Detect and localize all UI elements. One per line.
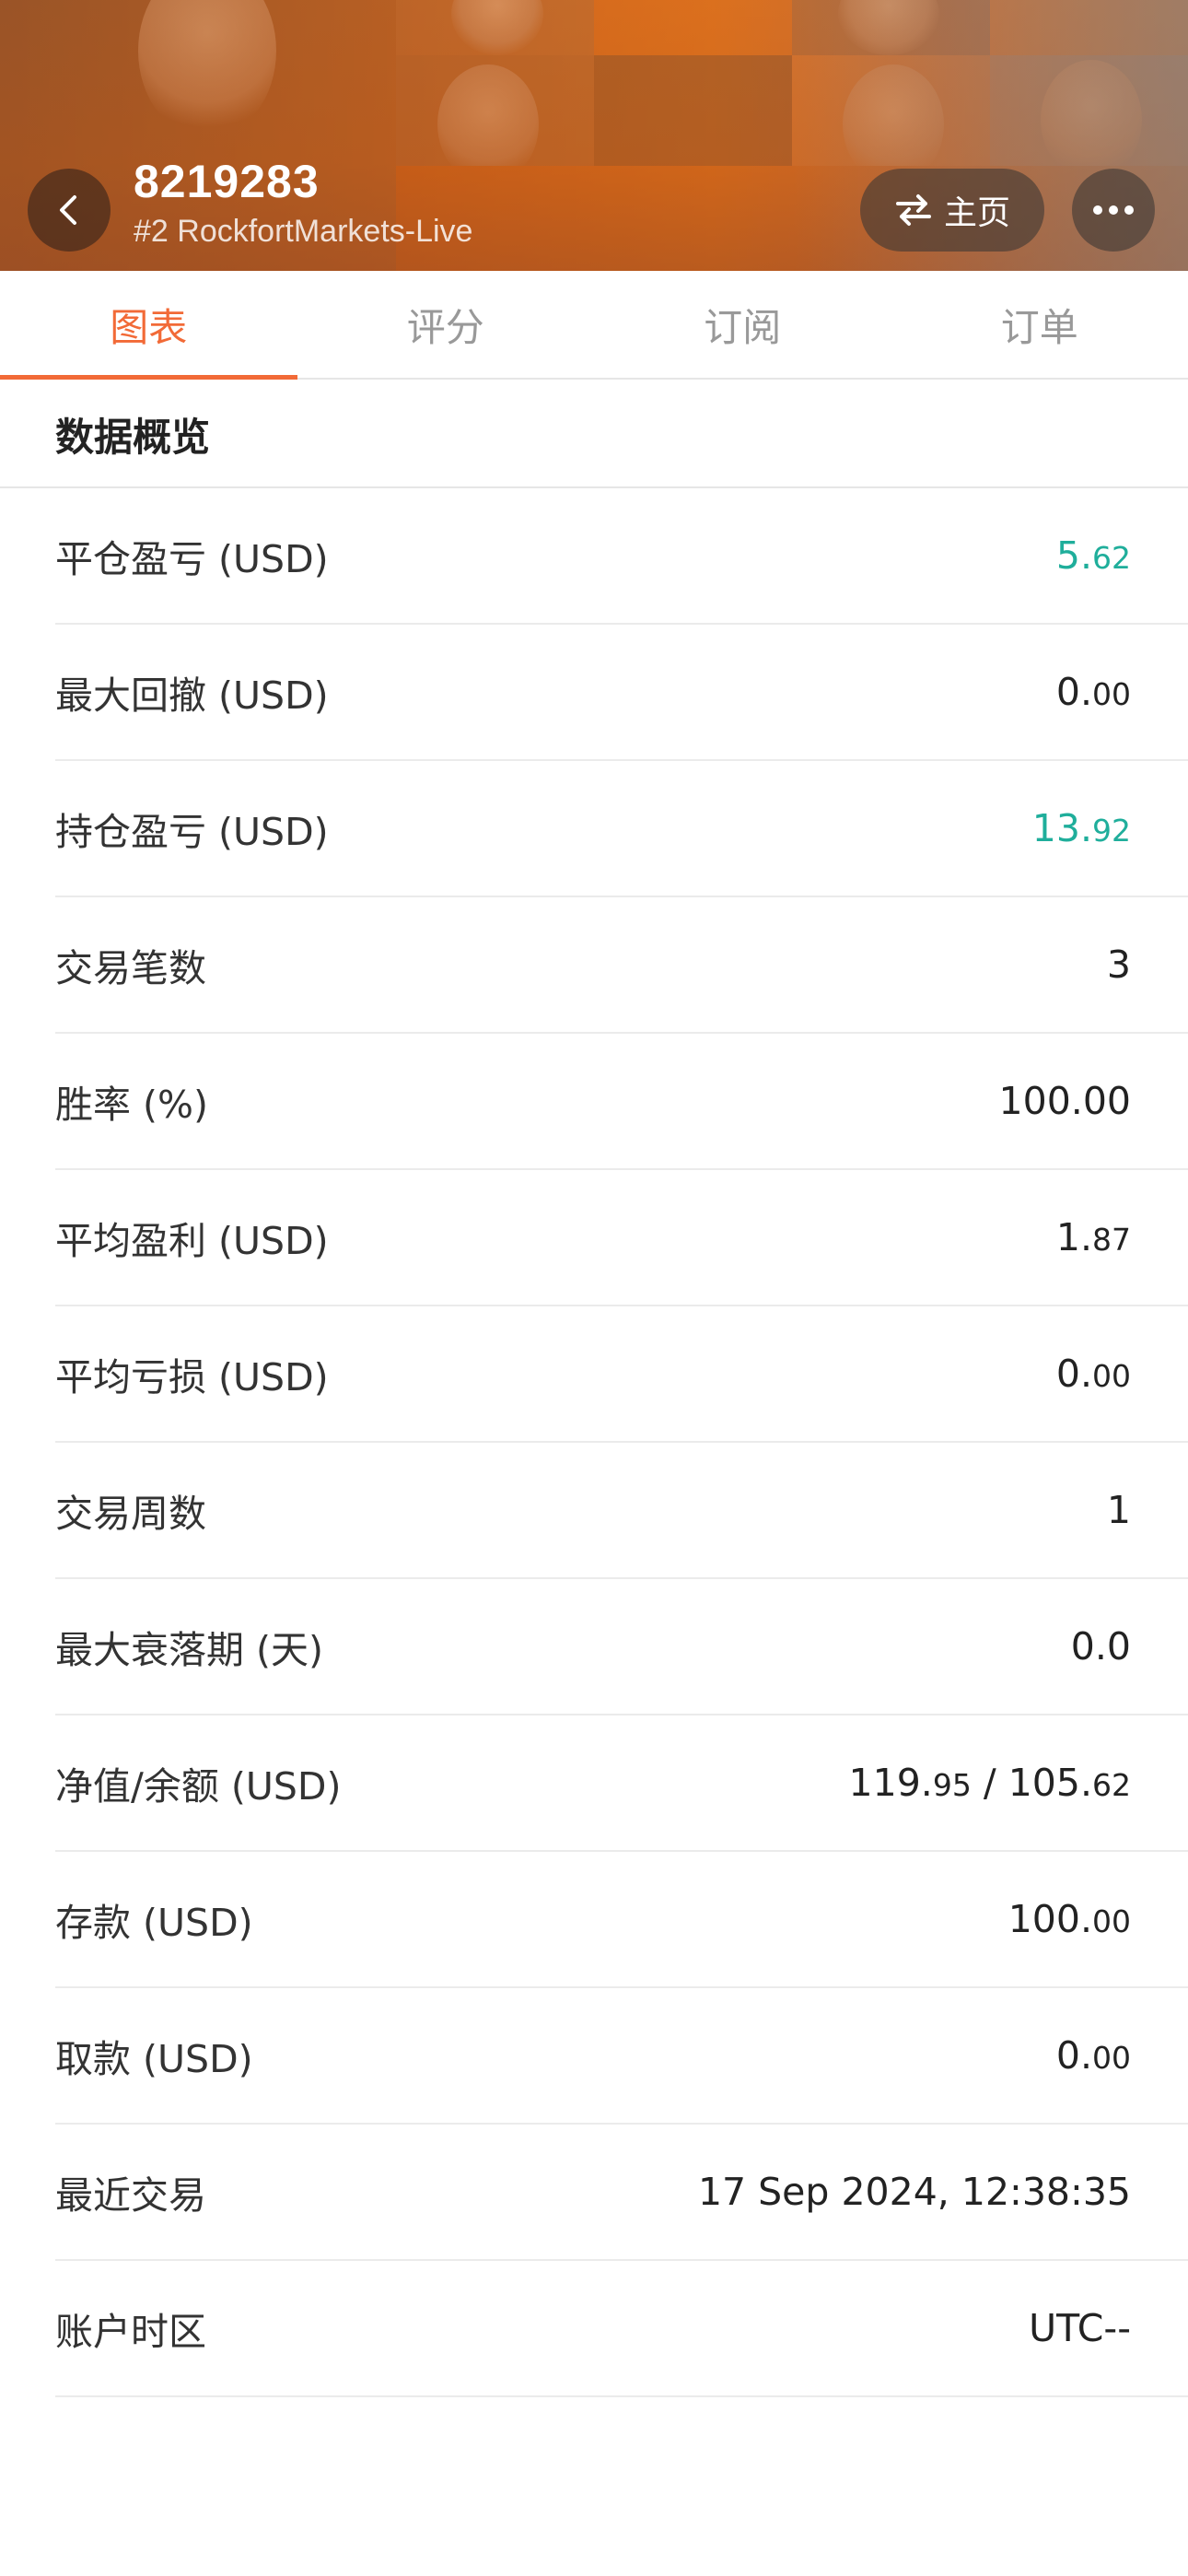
stat-row: 取款 (USD) 0.00 — [55, 1988, 1188, 2125]
stat-value-part: 92 — [1092, 813, 1131, 849]
stat-value-part: 00 — [1092, 1358, 1131, 1394]
stat-label: 最大衰落期 (天) — [55, 1628, 324, 1672]
stat-value-part: 0. — [1055, 1352, 1092, 1396]
stat-value-part: 00 — [1092, 676, 1131, 712]
stats-list: 平仓盈亏 (USD) 5.62 最大回撤 (USD) 0.00 持仓盈亏 (USD) 13… — [55, 488, 1188, 2397]
stat-label: 胜率 (%) — [55, 1083, 208, 1127]
stat-value: 1.87 — [1056, 1215, 1131, 1259]
swap-arrows-icon — [895, 194, 931, 226]
stat-row: 最大衰落期 (天) 0.0 — [55, 1579, 1188, 1715]
stat-value: 0.00 — [1056, 2033, 1131, 2078]
stat-value: UTC-- — [1029, 2306, 1131, 2350]
stat-value-part: 100. — [1007, 1897, 1092, 1941]
stat-value-part: 95 — [932, 1767, 972, 1803]
stat-value-part: 62 — [1092, 540, 1131, 576]
stat-value: 13.92 — [1032, 806, 1131, 850]
stat-value: 100.00 — [1008, 1897, 1131, 1941]
stat-value: 0.0 — [1071, 1624, 1131, 1669]
stat-row: 存款 (USD) 100.00 — [55, 1852, 1188, 1988]
stat-label: 账户时区 — [55, 2310, 206, 2354]
stat-value-part: 3 — [1106, 943, 1131, 987]
stat-value-part: 87 — [1092, 1222, 1131, 1258]
more-options-button[interactable] — [1072, 169, 1155, 252]
profile-header: 8219283 #2 RockfortMarkets-Live 主页 — [0, 0, 1188, 271]
account-id: 8219283 — [134, 156, 320, 207]
stat-label: 最近交易 — [55, 2173, 206, 2218]
stat-row: 交易笔数 3 — [55, 897, 1188, 1034]
stat-label: 平仓盈亏 (USD) — [55, 537, 329, 581]
stat-value: 1 — [1107, 1488, 1131, 1532]
stat-value-part: 13. — [1031, 806, 1092, 850]
stat-value: 100.00 — [999, 1079, 1131, 1123]
tab-subscription[interactable]: 订阅 — [594, 271, 891, 378]
stat-row: 持仓盈亏 (USD) 13.92 — [55, 761, 1188, 897]
stat-value: 0.00 — [1056, 1352, 1131, 1396]
stat-value-part: 0. — [1055, 670, 1092, 714]
stat-value-part: 1 — [1106, 1488, 1131, 1532]
stat-label: 存款 (USD) — [55, 1901, 253, 1945]
stat-value-part: 17 Sep 2024, 12:38:35 — [697, 2170, 1131, 2214]
section-title: 数据概览 — [55, 414, 211, 460]
stat-label: 持仓盈亏 (USD) — [55, 810, 329, 854]
stat-value: 17 Sep 2024, 12:38:35 — [698, 2170, 1131, 2214]
stat-value-part: 119. — [848, 1761, 933, 1805]
stat-label: 取款 (USD) — [55, 2037, 253, 2081]
stat-value-part: UTC-- — [1029, 2306, 1131, 2350]
stat-label: 平均亏损 (USD) — [55, 1355, 329, 1399]
stat-row: 胜率 (%) 100.00 — [55, 1034, 1188, 1170]
stat-value-part: 0. — [1055, 2033, 1092, 2078]
more-dots-icon — [1093, 205, 1134, 215]
tab-bar: 图表 评分 订阅 订单 — [0, 271, 1188, 380]
stat-row: 最大回撤 (USD) 0.00 — [55, 625, 1188, 761]
stat-value-part: 1. — [1055, 1215, 1092, 1259]
stat-label: 交易笔数 — [55, 946, 206, 990]
stat-row: 最近交易 17 Sep 2024, 12:38:35 — [55, 2125, 1188, 2261]
stat-value: 3 — [1107, 943, 1131, 987]
stat-value-part: 62 — [1092, 1767, 1131, 1803]
stat-row: 账户时区 UTC-- — [55, 2261, 1188, 2397]
stat-value: 0.00 — [1056, 670, 1131, 714]
stat-value: 119.95 / 105.62 — [849, 1761, 1131, 1805]
tab-chart[interactable]: 图表 — [0, 271, 297, 380]
stat-label: 净值/余额 (USD) — [55, 1764, 342, 1809]
stat-value-part: 00 — [1092, 2040, 1131, 2076]
stat-value-part: 100.00 — [998, 1079, 1131, 1123]
stat-row: 平均亏损 (USD) 0.00 — [55, 1306, 1188, 1443]
stat-row: 平仓盈亏 (USD) 5.62 — [55, 488, 1188, 625]
stat-row: 平均盈利 (USD) 1.87 — [55, 1170, 1188, 1306]
stat-row: 交易周数 1 — [55, 1443, 1188, 1579]
stat-label: 最大回撤 (USD) — [55, 673, 329, 718]
server-name: #2 RockfortMarkets-Live — [134, 214, 473, 249]
stat-value-part: 00 — [1092, 1903, 1131, 1939]
tab-rating[interactable]: 评分 — [297, 271, 595, 378]
stat-value-part: 0.0 — [1070, 1624, 1131, 1669]
stat-value-part: / 105. — [971, 1761, 1092, 1805]
home-button-label: 主页 — [943, 194, 1010, 232]
stat-value: 5.62 — [1056, 533, 1131, 578]
tab-orders[interactable]: 订单 — [891, 271, 1188, 378]
stat-value-part: 5. — [1055, 533, 1092, 578]
stat-label: 平均盈利 (USD) — [55, 1219, 329, 1263]
home-button[interactable]: 主页 — [860, 169, 1044, 252]
back-button[interactable] — [28, 169, 111, 252]
chevron-left-icon — [60, 195, 76, 225]
stat-row: 净值/余额 (USD) 119.95 / 105.62 — [55, 1715, 1188, 1852]
stat-label: 交易周数 — [55, 1492, 206, 1536]
